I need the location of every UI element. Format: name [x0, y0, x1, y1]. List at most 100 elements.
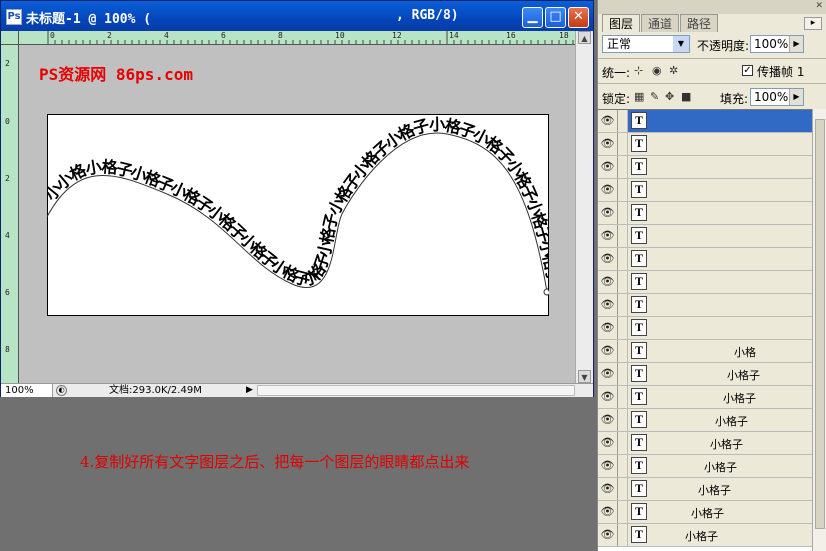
layer-name-area[interactable]: T 小格子	[628, 409, 812, 431]
layer-name-area[interactable]: T 小格子	[628, 478, 812, 500]
panel-menu-icon[interactable]: ▸	[804, 17, 822, 30]
eye-icon[interactable]: 👁	[598, 202, 618, 224]
layer-link-cell[interactable]	[618, 432, 628, 454]
layer-row[interactable]: 👁 T 小格子	[598, 409, 812, 432]
layer-link-cell[interactable]	[618, 409, 628, 431]
unify-style-icon[interactable]: ✲	[669, 64, 678, 77]
layer-name-area[interactable]: T	[628, 294, 812, 316]
layer-name-area[interactable]: T 小格子	[628, 524, 812, 546]
blend-mode-select[interactable]: 正常 ▼	[602, 35, 690, 53]
minimize-button[interactable]: ▁	[522, 7, 543, 28]
horizontal-scrollbar[interactable]	[257, 385, 575, 396]
layer-row[interactable]: 👁 T 小格子	[598, 524, 812, 547]
chevron-down-icon[interactable]: ▼	[673, 36, 689, 52]
layer-link-cell[interactable]	[618, 340, 628, 362]
vertical-ruler[interactable]: 2 0 2 4 6 8	[1, 45, 19, 383]
panel-header[interactable]: ✕	[598, 0, 826, 14]
layer-row[interactable]: 👁 T 小格子	[598, 432, 812, 455]
layer-name-area[interactable]: T	[628, 248, 812, 270]
layer-row[interactable]: 👁 T 小格子	[598, 455, 812, 478]
layer-name-area[interactable]: T 小格	[628, 340, 812, 362]
layer-link-cell[interactable]	[618, 179, 628, 201]
canvas[interactable]: 小小格小格子小格子小格子小格子小格子小格子小格子小格子小格子小格子小格子小格子小…	[47, 114, 549, 316]
opacity-arrow-icon[interactable]: ▶	[789, 36, 803, 52]
layer-name-area[interactable]: T	[628, 225, 812, 247]
tab-layers[interactable]: 图层	[602, 14, 641, 32]
maximize-button[interactable]: □	[545, 7, 566, 28]
layer-name-area[interactable]: T	[628, 179, 812, 201]
tab-channels[interactable]: 通道	[641, 14, 680, 32]
layer-name-area[interactable]: T	[628, 133, 812, 155]
lock-brush-icon[interactable]: ✎	[650, 90, 659, 103]
layer-name-area[interactable]: T	[628, 156, 812, 178]
layer-row[interactable]: 👁 T 小格	[598, 340, 812, 363]
layer-name-area[interactable]: T	[628, 317, 812, 339]
layer-link-cell[interactable]	[618, 225, 628, 247]
eye-icon[interactable]: 👁	[598, 110, 618, 132]
eye-icon[interactable]: 👁	[598, 179, 618, 201]
layer-row[interactable]: 👁 T	[598, 271, 812, 294]
layer-name-area[interactable]: T 小格子	[628, 455, 812, 477]
eye-icon[interactable]: 👁	[598, 248, 618, 270]
tab-paths[interactable]: 路径	[680, 14, 719, 32]
layer-link-cell[interactable]	[618, 271, 628, 293]
layer-link-cell[interactable]	[618, 524, 628, 546]
scrollbar-thumb[interactable]	[815, 119, 825, 529]
eye-icon[interactable]: 👁	[598, 386, 618, 408]
layer-name-area[interactable]: T 小格子	[628, 386, 812, 408]
lock-transparency-icon[interactable]: ▦	[634, 90, 644, 103]
layer-row[interactable]: 👁 T	[598, 317, 812, 340]
opacity-field[interactable]: 100% ▶	[750, 35, 804, 53]
layer-link-cell[interactable]	[618, 294, 628, 316]
layer-link-cell[interactable]	[618, 202, 628, 224]
layer-link-cell[interactable]	[618, 386, 628, 408]
eye-icon[interactable]: 👁	[598, 133, 618, 155]
propagate-frame-checkbox[interactable]: ✓	[742, 65, 753, 76]
eye-icon[interactable]: 👁	[598, 317, 618, 339]
eye-icon[interactable]: 👁	[598, 455, 618, 477]
eye-icon[interactable]: 👁	[598, 524, 618, 546]
layer-link-cell[interactable]	[618, 363, 628, 385]
layer-name-area[interactable]: T	[628, 271, 812, 293]
scroll-up-icon[interactable]: ▲	[578, 31, 591, 44]
eye-icon[interactable]: 👁	[598, 501, 618, 523]
layer-row[interactable]: 👁 T	[598, 248, 812, 271]
unify-position-icon[interactable]: ⊹	[634, 64, 643, 77]
eye-icon[interactable]: 👁	[598, 478, 618, 500]
layer-link-cell[interactable]	[618, 455, 628, 477]
lock-move-icon[interactable]: ✥	[665, 90, 674, 103]
layer-row[interactable]: 👁 T	[598, 202, 812, 225]
layer-row[interactable]: 👁 T	[598, 133, 812, 156]
layer-name-area[interactable]: T 小格子	[628, 363, 812, 385]
layer-name-area[interactable]: T 小格子	[628, 501, 812, 523]
layer-name-area[interactable]: T	[628, 202, 812, 224]
zoom-field[interactable]: 100%	[1, 384, 53, 397]
panel-close-icon[interactable]: ✕	[815, 1, 823, 11]
layer-row[interactable]: 👁 T 小格子	[598, 363, 812, 386]
eye-icon[interactable]: 👁	[598, 432, 618, 454]
layer-link-cell[interactable]	[618, 133, 628, 155]
scroll-down-icon[interactable]: ▼	[578, 370, 591, 383]
eye-icon[interactable]: 👁	[598, 363, 618, 385]
layer-row[interactable]: 👁 T	[598, 225, 812, 248]
fill-field[interactable]: 100% ▶	[750, 88, 804, 106]
layer-link-cell[interactable]	[618, 501, 628, 523]
lock-all-icon[interactable]: ■	[681, 90, 691, 103]
canvas-area[interactable]: PS资源网 86ps.com 小小格小格子小格子小格子小格子小格子小格子小格子小…	[19, 45, 575, 383]
layer-row[interactable]: 👁 T	[598, 156, 812, 179]
eye-icon[interactable]: 👁	[598, 294, 618, 316]
eye-icon[interactable]: 👁	[598, 340, 618, 362]
unify-visibility-icon[interactable]: ◉	[652, 64, 662, 77]
layer-link-cell[interactable]	[618, 110, 628, 132]
layer-row[interactable]: 👁 T 小格子	[598, 501, 812, 524]
title-bar[interactable]: Ps 未标题-1 @ 100% ( , RGB/8) ▁ □ ✕	[1, 1, 593, 34]
layer-row[interactable]: 👁 T	[598, 110, 812, 133]
layer-row[interactable]: 👁 T	[598, 179, 812, 202]
horizontal-ruler[interactable]: 0 2 4 6 8 10 12 14 16 18	[19, 31, 575, 45]
ruler-corner[interactable]	[1, 31, 19, 45]
layer-link-cell[interactable]	[618, 156, 628, 178]
status-menu-arrow-icon[interactable]: ▶	[246, 385, 253, 395]
vertical-scrollbar[interactable]: ▲ ▼	[575, 31, 593, 383]
eye-icon[interactable]: 👁	[598, 156, 618, 178]
layer-row[interactable]: 👁 T 小格子	[598, 478, 812, 501]
